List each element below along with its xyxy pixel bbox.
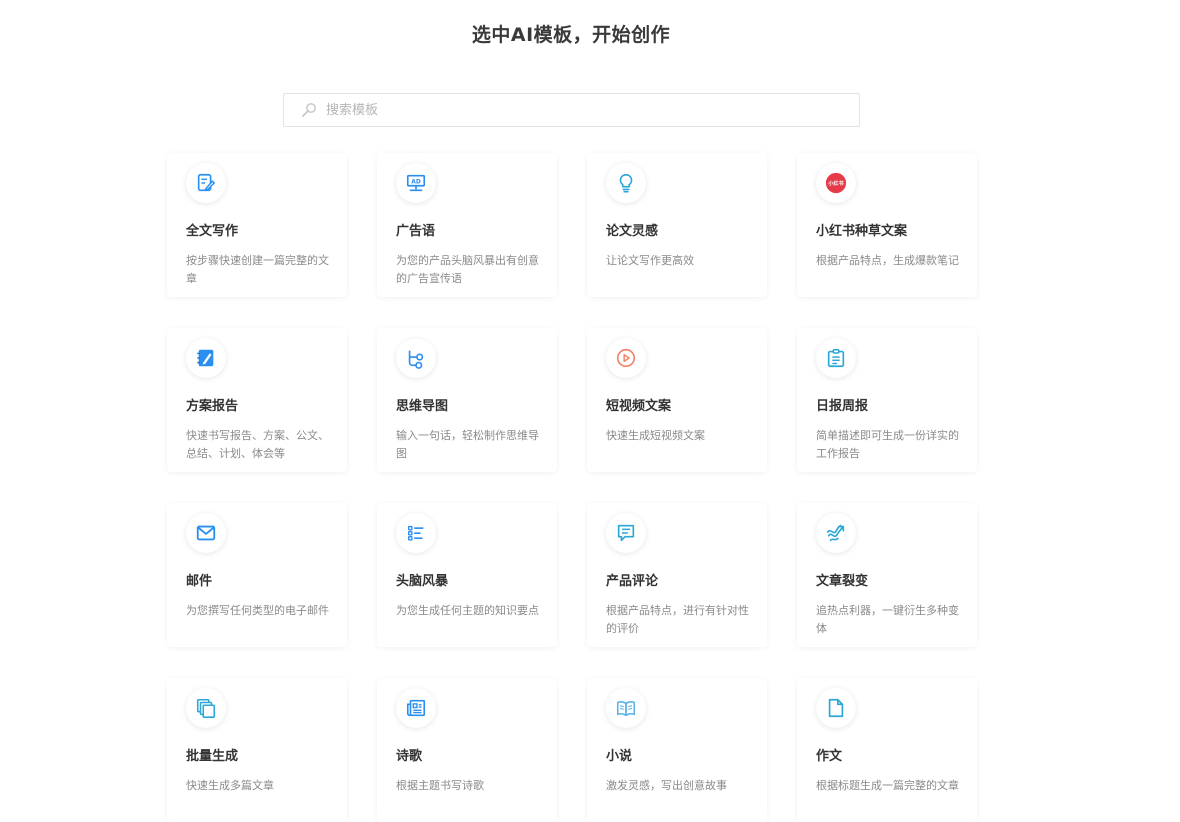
template-desc: 激发灵感，写出创意故事: [606, 779, 727, 792]
comment-icon: [606, 513, 646, 553]
template-title: 广告语: [396, 224, 436, 239]
xiaohongshu-logo-icon: 小红书: [816, 163, 856, 203]
template-desc: 追热点利器，一键衍生多种变体: [816, 604, 959, 635]
open-book-icon: [606, 688, 646, 728]
template-title: 小说: [606, 749, 633, 764]
template-card-proposal-report[interactable]: 方案报告 快速书写报告、方案、公文、总结、计划、体会等: [167, 328, 347, 472]
template-desc: 按步骤快速创建一篇完整的文章: [186, 254, 329, 285]
svg-text:小红书: 小红书: [828, 179, 844, 187]
template-card-short-video[interactable]: 短视频文案 快速生成短视频文案: [587, 328, 767, 472]
template-card-email[interactable]: 邮件 为您撰写任何类型的电子邮件: [167, 503, 347, 647]
template-card-xiaohongshu[interactable]: 小红书 小红书种草文案 根据产品特点，生成爆款笔记: [797, 153, 977, 297]
checklist-icon: [396, 513, 436, 553]
template-title: 短视频文案: [606, 399, 672, 414]
template-title: 批量生成: [186, 749, 239, 764]
template-desc: 为您生成任何主题的知识要点: [396, 604, 539, 617]
template-title: 头脑风暴: [396, 574, 449, 589]
template-desc: 为您的产品头脑风暴出有创意的广告宣传语: [396, 254, 539, 285]
copy-stack-icon: [186, 688, 226, 728]
edit-document-icon: [186, 163, 226, 203]
ad-board-icon: AD: [396, 163, 436, 203]
template-card-ad-slogan[interactable]: AD 广告语 为您的产品头脑风暴出有创意的广告宣传语: [377, 153, 557, 297]
template-desc: 根据产品特点，进行有针对性的评价: [606, 604, 749, 635]
search-input[interactable]: [326, 94, 859, 126]
template-title: 思维导图: [396, 399, 449, 414]
template-title: 作文: [816, 749, 843, 764]
clipboard-icon: [816, 338, 856, 378]
template-title: 文章裂变: [816, 574, 869, 589]
template-title: 全文写作: [186, 224, 239, 239]
template-title: 邮件: [186, 574, 213, 589]
template-desc: 快速书写报告、方案、公文、总结、计划、体会等: [186, 429, 329, 460]
template-title: 产品评论: [606, 574, 659, 589]
newspaper-icon: [396, 688, 436, 728]
template-title: 方案报告: [186, 399, 239, 414]
search-box[interactable]: [283, 93, 860, 127]
template-desc: 快速生成短视频文案: [606, 429, 705, 442]
template-desc: 根据标题生成一篇完整的文章: [816, 779, 959, 792]
wave-arrow-icon: [816, 513, 856, 553]
template-desc: 简单描述即可生成一份详实的工作报告: [816, 429, 959, 460]
template-card-article-split[interactable]: 文章裂变 追热点利器，一键衍生多种变体: [797, 503, 977, 647]
page-title: 选中AI模板，开始创作: [471, 24, 671, 46]
lightbulb-icon: [606, 163, 646, 203]
file-icon: [816, 688, 856, 728]
svg-text:AD: AD: [411, 178, 421, 185]
template-card-poetry[interactable]: 诗歌 根据主题书写诗歌: [377, 678, 557, 822]
template-card-mind-map[interactable]: 思维导图 输入一句话，轻松制作思维导图: [377, 328, 557, 472]
template-desc: 为您撰写任何类型的电子邮件: [186, 604, 329, 617]
template-title: 小红书种草文案: [816, 224, 908, 239]
mind-map-icon: [396, 338, 436, 378]
template-card-batch-generate[interactable]: 批量生成 快速生成多篇文章: [167, 678, 347, 822]
template-desc: 快速生成多篇文章: [186, 779, 274, 792]
template-card-brainstorm[interactable]: 头脑风暴 为您生成任何主题的知识要点: [377, 503, 557, 647]
template-title: 诗歌: [396, 749, 423, 764]
template-card-product-review[interactable]: 产品评论 根据产品特点，进行有针对性的评价: [587, 503, 767, 647]
template-desc: 让论文写作更高效: [606, 254, 694, 267]
template-card-novel[interactable]: 小说 激发灵感，写出创意故事: [587, 678, 767, 822]
template-card-paper-inspiration[interactable]: 论文灵感 让论文写作更高效: [587, 153, 767, 297]
template-card-full-article[interactable]: 全文写作 按步骤快速创建一篇完整的文章: [167, 153, 347, 297]
template-desc: 根据产品特点，生成爆款笔记: [816, 254, 959, 267]
template-title: 论文灵感: [606, 224, 659, 239]
play-circle-icon: [606, 338, 646, 378]
search-icon: [301, 102, 317, 118]
template-card-daily-weekly[interactable]: 日报周报 简单描述即可生成一份详实的工作报告: [797, 328, 977, 472]
template-card-essay[interactable]: 作文 根据标题生成一篇完整的文章: [797, 678, 977, 822]
template-grid: 全文写作 按步骤快速创建一篇完整的文章 AD 广告语 为您的产品头脑风暴出有创意…: [167, 153, 977, 822]
mail-icon: [186, 513, 226, 553]
template-title: 日报周报: [816, 399, 869, 414]
notebook-pen-icon: [186, 338, 226, 378]
template-desc: 根据主题书写诗歌: [396, 779, 484, 792]
template-desc: 输入一句话，轻松制作思维导图: [396, 429, 539, 460]
